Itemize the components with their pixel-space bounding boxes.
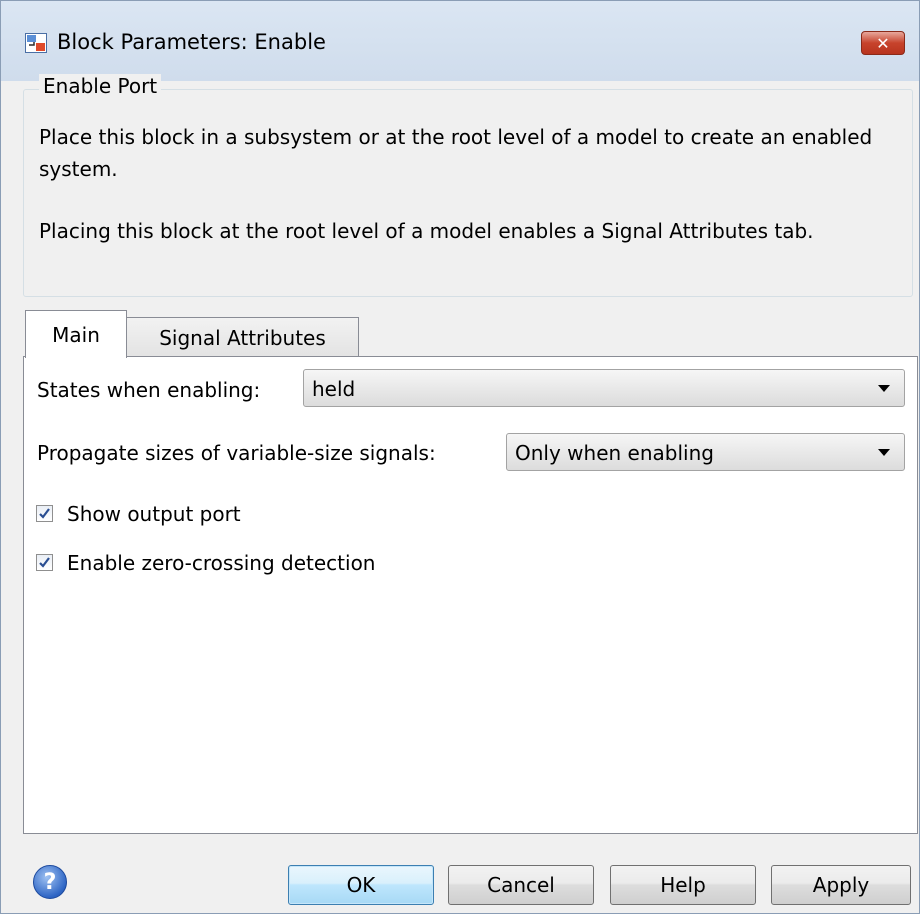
chevron-down-icon [878, 385, 890, 392]
states-when-enabling-value: held [312, 377, 356, 401]
tab-main[interactable]: Main [25, 310, 127, 358]
description-paragraph-2: Placing this block at the root level of … [39, 219, 814, 243]
apply-button[interactable]: Apply [771, 865, 911, 905]
close-icon: ✕ [876, 33, 890, 53]
show-output-port-checkbox[interactable] [36, 505, 53, 522]
title-bar[interactable]: Block Parameters: Enable ✕ [1, 1, 919, 81]
help-icon[interactable]: ? [33, 865, 67, 899]
checkmark-icon [39, 557, 50, 568]
cancel-button[interactable]: Cancel [448, 865, 594, 905]
zero-crossing-checkbox[interactable] [36, 554, 53, 571]
help-button[interactable]: Help [610, 865, 756, 905]
close-button[interactable]: ✕ [861, 31, 905, 55]
propagate-sizes-label: Propagate sizes of variable-size signals… [37, 441, 436, 465]
tab-signal-attributes[interactable]: Signal Attributes [127, 317, 359, 357]
group-legend: Enable Port [39, 74, 162, 98]
simulink-block-icon [25, 33, 47, 53]
tab-panel-main [23, 356, 918, 834]
chevron-down-icon [878, 449, 890, 456]
states-when-enabling-select[interactable]: held [303, 369, 905, 407]
propagate-sizes-value: Only when enabling [515, 441, 714, 465]
description-paragraph-1: Place this block in a subsystem or at th… [39, 125, 873, 181]
window-title: Block Parameters: Enable [57, 30, 326, 54]
ok-button[interactable]: OK [288, 865, 434, 905]
states-when-enabling-label: States when enabling: [37, 378, 261, 402]
zero-crossing-label: Enable zero-crossing detection [67, 551, 376, 575]
propagate-sizes-select[interactable]: Only when enabling [506, 433, 905, 471]
checkmark-icon [39, 508, 50, 519]
show-output-port-label: Show output port [67, 502, 241, 526]
dialog-window: Block Parameters: Enable ✕ Enable Port P… [0, 0, 920, 914]
